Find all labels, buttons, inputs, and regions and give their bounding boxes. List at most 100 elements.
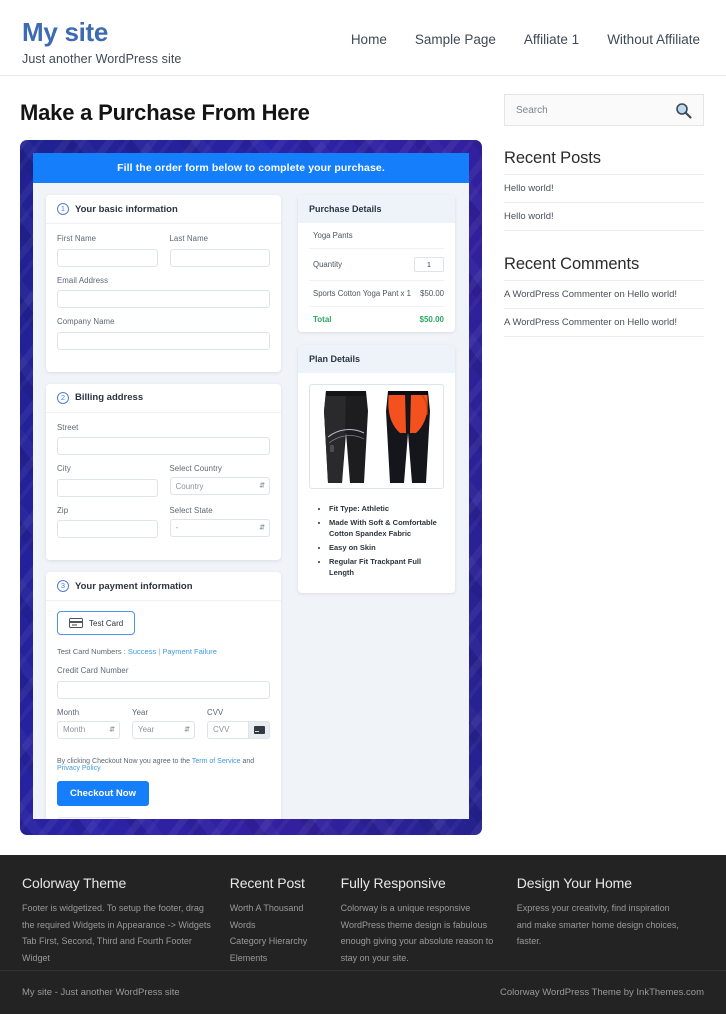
zip-input[interactable] bbox=[57, 520, 158, 538]
site-tagline: Just another WordPress site bbox=[22, 51, 182, 66]
month-field: Month Month ⇵ bbox=[57, 708, 120, 739]
year-select[interactable]: Year ⇵ bbox=[132, 720, 195, 739]
first-name-field: First Name bbox=[57, 234, 158, 267]
search-input[interactable]: Search bbox=[516, 105, 548, 116]
country-select[interactable]: Country ⇵ bbox=[169, 477, 270, 495]
recent-posts-list: Hello world! Hello world! bbox=[504, 174, 704, 231]
cvv-field: CVV CVV bbox=[207, 708, 270, 739]
nav-item-sample-page[interactable]: Sample Page bbox=[415, 32, 496, 47]
test-card-failure-link[interactable]: Payment Failure bbox=[162, 647, 217, 656]
nav-item-affiliate-1[interactable]: Affiliate 1 bbox=[524, 32, 579, 47]
footer-widget-fully-responsive: Fully Responsive Colorway is a unique re… bbox=[341, 875, 517, 970]
line-item-row: Sports Cotton Yoga Pant x 1 $50.00 bbox=[309, 281, 444, 307]
basic-information-title: Your basic information bbox=[75, 203, 178, 215]
expiry-cvv-row: Month Month ⇵ Year Year ⇵ CVV CVV bbox=[57, 708, 270, 748]
chevron-updown-icon: ⇵ bbox=[109, 726, 115, 733]
step-number-icon: 2 bbox=[57, 391, 69, 404]
last-name-input[interactable] bbox=[169, 248, 270, 267]
nav-item-home[interactable]: Home bbox=[351, 32, 387, 47]
site-footer: Colorway Theme Footer is widgetized. To … bbox=[0, 855, 726, 1014]
list-item: Made With Soft & Comfortable Cotton Span… bbox=[329, 517, 444, 540]
list-item[interactable]: Hello world! bbox=[504, 202, 704, 231]
quantity-label: Quantity bbox=[313, 260, 343, 269]
privacy-policy-link[interactable]: Privacy Policy bbox=[57, 765, 101, 772]
recent-comment-link[interactable]: A WordPress Commenter on Hello world! bbox=[504, 317, 677, 328]
payment-information-panel: 3 Your payment information Test Card Tes… bbox=[46, 572, 281, 819]
test-card-label: Test Card bbox=[89, 618, 124, 628]
total-row: Total $50.00 bbox=[309, 307, 444, 332]
test-card-button[interactable]: Test Card bbox=[57, 611, 136, 635]
last-name-field: Last Name bbox=[169, 234, 270, 267]
test-card-numbers: Test Card Numbers : Success | Payment Fa… bbox=[57, 647, 270, 656]
basic-information-panel: 1 Your basic information First Name Last… bbox=[46, 195, 281, 372]
street-field: Street bbox=[57, 422, 270, 455]
list-item[interactable]: A WordPress Commenter on Hello world! bbox=[504, 280, 704, 308]
search-widget[interactable]: Search bbox=[504, 94, 704, 126]
recent-comment-link[interactable]: A WordPress Commenter on Hello world! bbox=[504, 289, 677, 300]
chevron-updown-icon: ⇵ bbox=[184, 726, 190, 733]
purchase-details-panel: Purchase Details Yoga Pants Quantity 1 S… bbox=[298, 195, 455, 332]
widget-spacer bbox=[504, 231, 704, 255]
plan-details-panel: Plan Details • Fit Type: Athletic • Made… bbox=[298, 345, 455, 593]
list-item[interactable]: Hello world! bbox=[504, 174, 704, 202]
plan-details-title: Plan Details bbox=[298, 345, 455, 373]
search-icon[interactable] bbox=[675, 102, 692, 119]
nav-item-without-affiliate[interactable]: Without Affiliate bbox=[607, 32, 700, 47]
email-label: Email Address bbox=[57, 275, 109, 285]
footer-widget-text: Footer is widgetized. To setup the foote… bbox=[22, 903, 211, 963]
payment-information-title: Your payment information bbox=[75, 580, 193, 592]
payment-information-body: Test Card Test Card Numbers : Success | … bbox=[46, 601, 281, 819]
test-card-success-link[interactable]: Success bbox=[128, 647, 156, 656]
footer-copyright-right[interactable]: Colorway WordPress Theme by InkThemes.co… bbox=[500, 987, 704, 998]
chevron-updown-icon: ⇵ bbox=[259, 524, 265, 531]
quantity-input[interactable]: 1 bbox=[414, 257, 444, 272]
list-item[interactable]: A WordPress Commenter on Hello world! bbox=[504, 308, 704, 337]
recent-post-link[interactable]: Hello world! bbox=[504, 211, 554, 222]
footer-widget-design-your-home: Design Your Home Express your creativity… bbox=[517, 875, 704, 970]
first-name-input[interactable] bbox=[57, 248, 158, 267]
list-item[interactable]: Worth A Thousand Words bbox=[230, 900, 323, 933]
purchase-body: 1 Your basic information First Name Last… bbox=[33, 183, 469, 819]
recent-post-link[interactable]: Hello world! bbox=[504, 183, 554, 194]
order-summary-column: Purchase Details Yoga Pants Quantity 1 S… bbox=[298, 195, 455, 606]
purchase-details-title: Purchase Details bbox=[298, 195, 455, 223]
company-input[interactable] bbox=[57, 331, 270, 350]
state-select[interactable]: - ⇵ bbox=[169, 518, 270, 537]
sidebar: Search Recent Posts Hello world! Hello w… bbox=[504, 76, 704, 831]
billing-address-body: Street City Select Country Country ⇵ Zip… bbox=[46, 413, 281, 561]
country-label: Select Country bbox=[169, 464, 223, 473]
orange-black-leggings-image bbox=[385, 390, 430, 483]
site-title[interactable]: My site bbox=[22, 18, 181, 47]
list-item[interactable]: Category Hierarchy bbox=[230, 933, 323, 950]
credit-card-number-label: Credit Card Number bbox=[57, 666, 129, 675]
city-input[interactable] bbox=[57, 478, 158, 497]
product-name: Yoga Pants bbox=[313, 231, 353, 240]
black-leggings-image bbox=[323, 390, 368, 483]
city-country-row: City Select Country Country ⇵ bbox=[57, 464, 270, 506]
street-label: Street bbox=[57, 422, 79, 432]
company-label: Company Name bbox=[57, 317, 115, 326]
cvv-input[interactable]: CVV bbox=[207, 720, 248, 739]
street-input[interactable] bbox=[57, 437, 270, 455]
cvv-input-group: CVV bbox=[207, 720, 270, 739]
cvv-help-button[interactable] bbox=[248, 720, 270, 739]
first-name-label: First Name bbox=[57, 234, 97, 243]
checkout-now-button[interactable]: Checkout Now bbox=[57, 780, 149, 806]
year-label: Year bbox=[132, 707, 149, 717]
secure-server-badge: Secure server bbox=[57, 816, 131, 819]
credit-card-number-input[interactable] bbox=[57, 680, 270, 699]
card-back-icon bbox=[253, 725, 265, 734]
step-number-icon: 3 bbox=[57, 580, 69, 592]
list-item: Regular Fit Trackpant Full Length bbox=[329, 556, 444, 579]
quantity-row: Quantity 1 bbox=[309, 249, 444, 281]
purchase-card: Fill the order form below to complete yo… bbox=[33, 153, 469, 819]
total-label: Total bbox=[313, 315, 332, 324]
month-select[interactable]: Month ⇵ bbox=[57, 720, 120, 739]
list-item[interactable]: Elements bbox=[230, 950, 323, 967]
footer-widget-colorway-theme: Colorway Theme Footer is widgetized. To … bbox=[22, 875, 230, 970]
month-label: Month bbox=[57, 707, 80, 717]
terms-of-service-link[interactable]: Term of Service bbox=[192, 758, 241, 765]
credit-card-number-field: Credit Card Number bbox=[57, 666, 270, 699]
email-input[interactable] bbox=[57, 290, 270, 308]
footer-widget-title: Colorway Theme bbox=[22, 875, 127, 891]
